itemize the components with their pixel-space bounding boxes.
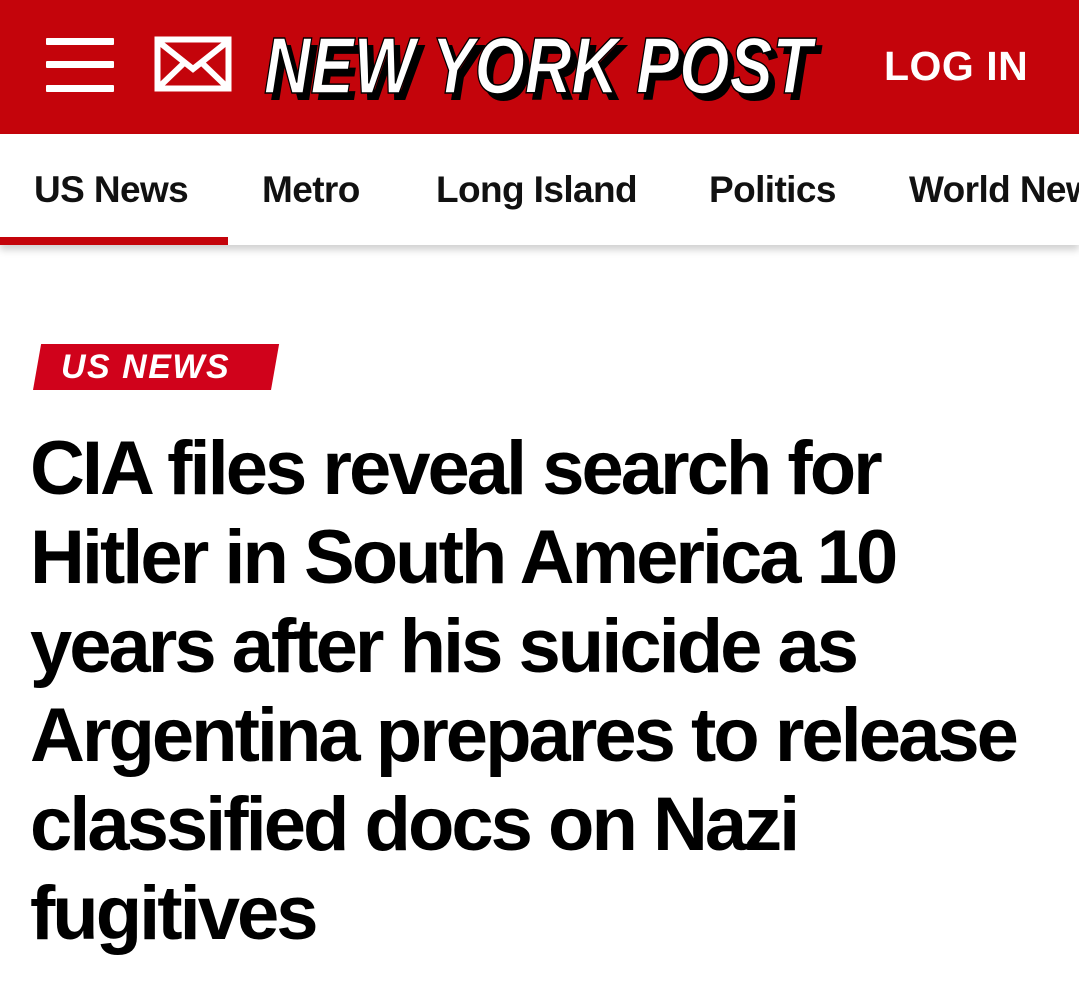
nav-item-world-news[interactable]: World News: [909, 134, 1079, 245]
section-tag-link[interactable]: US NEWS: [33, 344, 280, 390]
menu-line: [46, 38, 114, 45]
site-logo[interactable]: NEW YORK POST NEW YORK POST: [262, 22, 828, 110]
nav-item-politics[interactable]: Politics: [709, 134, 836, 245]
logo-text: NEW YORK POST: [264, 22, 817, 110]
masthead-bar: NEW YORK POST NEW YORK POST LOG IN: [0, 0, 1079, 134]
active-tab-indicator: [0, 237, 228, 245]
nav-item-metro[interactable]: Metro: [262, 134, 360, 245]
article-headline: CIA files reveal search for Hitler in So…: [30, 426, 1019, 956]
hamburger-menu-icon[interactable]: [46, 38, 114, 92]
menu-line: [46, 61, 114, 68]
section-tag-label: US NEWS: [61, 348, 231, 386]
mail-envelope-icon[interactable]: [154, 36, 232, 92]
nav-item-us-news[interactable]: US News: [34, 134, 189, 245]
nav-item-long-island[interactable]: Long Island: [436, 134, 638, 245]
menu-line: [46, 85, 114, 92]
login-button[interactable]: LOG IN: [884, 42, 1028, 90]
section-nav: US News Metro Long Island Politics World…: [0, 134, 1079, 245]
